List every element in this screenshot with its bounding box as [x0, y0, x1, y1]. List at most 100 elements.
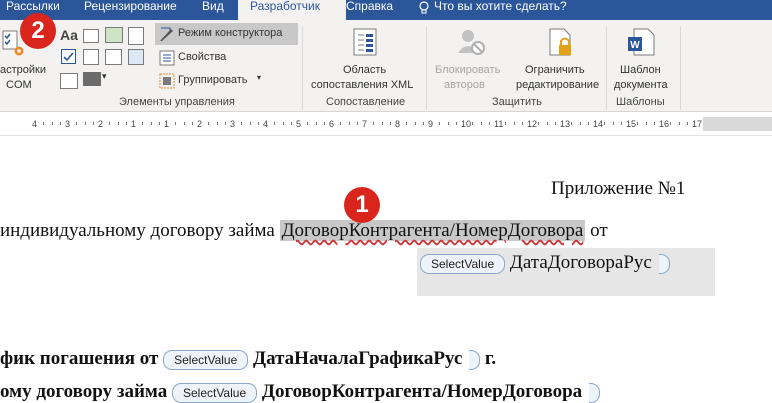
ruler-tick — [59, 122, 61, 125]
select-value-tag[interactable]: SelectValue — [420, 253, 506, 274]
ruler-number: 7 — [362, 119, 368, 129]
agreement-number-field[interactable]: ДоговорКонтрагента/НомерДоговора — [279, 220, 586, 241]
tab-view[interactable]: Вид — [202, 0, 224, 20]
content-control-end — [588, 382, 600, 403]
ruler-tick — [356, 122, 358, 125]
ruler-tick — [92, 122, 94, 125]
protect-group-label: Защитить — [492, 96, 542, 108]
design-mode-button[interactable]: Режим конструктора — [155, 23, 298, 45]
ruler-tick — [274, 122, 276, 125]
group-label: Группировать — [178, 74, 248, 86]
ruler-tick — [183, 122, 185, 125]
picture-control-icon[interactable] — [105, 27, 123, 43]
ruler-tick — [447, 122, 449, 125]
group-separator — [426, 26, 427, 110]
gear-icon — [12, 44, 26, 63]
block-authors-icon — [456, 27, 486, 62]
ruler-tick — [381, 122, 383, 125]
ruler-tick — [579, 122, 581, 125]
ruler-tick — [315, 122, 317, 125]
ruler-tick — [571, 122, 573, 125]
ruler-number: 3 — [230, 119, 236, 129]
ruler-tick — [290, 122, 292, 125]
templates-group-label: Шаблоны — [616, 96, 665, 108]
date-content-control[interactable]: SelectValue ДатаДоговораРус — [420, 252, 670, 274]
ruler-number: 9 — [428, 119, 434, 129]
ruler-tick — [373, 122, 375, 125]
svg-text:W: W — [630, 40, 640, 51]
ruler-tick — [422, 122, 424, 125]
com-addins-label-2: COM — [6, 79, 32, 91]
document-template-label-2: документа — [614, 79, 668, 91]
ruler-tick — [340, 122, 342, 125]
doc-text: от — [590, 220, 608, 241]
ruler-number: 4 — [263, 119, 269, 129]
chevron-down-icon: ▾ — [257, 73, 262, 82]
ruler-number: 13 — [560, 119, 571, 129]
tab-developer[interactable]: Разработчик — [238, 0, 346, 22]
ruler-tick — [472, 122, 474, 125]
ruler-tick — [282, 122, 284, 125]
legacy-tools-dropdown-icon[interactable]: ▾ — [102, 71, 107, 82]
rich-text-control-icon[interactable]: Aa — [60, 27, 78, 43]
legacy-tools-icon[interactable] — [83, 72, 101, 86]
combobox-control-icon[interactable] — [83, 49, 99, 65]
horizontal-ruler[interactable]: 4 3 2 1 1 2 3 4 5 6 7 8 9 10 11 12 13 14 15 16 17 — [0, 113, 772, 136]
appendix-heading: Приложение №1 — [551, 178, 686, 199]
ruler-number: 5 — [296, 119, 302, 129]
ruler-tick — [546, 122, 548, 125]
ruler-tick — [554, 122, 556, 125]
content-control-end — [469, 349, 481, 370]
xml-mapping-button[interactable]: Область сопоставления XML — [308, 22, 424, 94]
word-template-icon: W — [626, 27, 656, 64]
ruler-tick — [513, 122, 515, 125]
plain-text-control-icon[interactable] — [83, 29, 99, 43]
select-value-tag[interactable]: SelectValue — [171, 382, 258, 403]
ruler-tick — [480, 122, 482, 125]
date-picker-icon[interactable] — [128, 49, 144, 65]
ruler-tick — [670, 122, 672, 125]
doc-line-loan-agreement: индивидуальному договору займа ДоговорКо… — [0, 220, 608, 242]
ruler-number: 8 — [395, 119, 401, 129]
ribbon: астройки COM Aa ▾ Режим конструктора Сво… — [0, 20, 772, 112]
properties-button[interactable]: Свойства — [155, 47, 255, 69]
mapping-group-label: Сопоставление — [326, 96, 406, 108]
group-button[interactable]: Группировать ▾ — [155, 70, 267, 92]
repeating-section-icon[interactable] — [60, 73, 78, 89]
dropdown-control-icon[interactable] — [105, 49, 122, 65]
ruler-tick — [439, 122, 441, 125]
ruler-number: 2 — [197, 119, 203, 129]
ruler-tick — [488, 122, 490, 125]
checkbox-control-icon[interactable] — [61, 49, 76, 64]
tell-me-label: Что вы хотите сделать? — [434, 0, 567, 13]
restrict-editing-button[interactable]: Ограничить редактирование — [516, 22, 604, 94]
doc-text: ому договору займа — [0, 381, 168, 402]
ruler-tick — [224, 122, 226, 125]
xml-mapping-label-1: Область — [343, 64, 387, 76]
ruler-tick — [620, 122, 622, 125]
tab-help[interactable]: Справка — [346, 0, 406, 20]
select-value-tag[interactable]: SelectValue — [163, 349, 249, 370]
ruler-number: 3 — [65, 119, 71, 129]
ruler-tick — [125, 122, 127, 125]
ruler-tick — [43, 122, 45, 125]
ruler-tick — [686, 122, 688, 125]
tab-review[interactable]: Рецензирование — [84, 0, 184, 20]
ruler-tick — [323, 122, 325, 125]
ruler-tick — [208, 122, 210, 125]
ruler-number: 16 — [659, 119, 670, 129]
document-template-label-1: Шаблон — [620, 64, 661, 76]
ruler-tick — [142, 122, 144, 125]
ruler-tick — [521, 122, 523, 125]
block-authors-button[interactable]: Блокировать авторов — [432, 22, 510, 94]
ribbon-tab-bar: Рассылки Рецензирование Вид Разработчик … — [0, 0, 772, 22]
ruler-number: 2 — [98, 119, 104, 129]
ruler-tick — [117, 122, 119, 125]
properties-label: Свойства — [178, 51, 227, 63]
ruler-tick — [414, 122, 416, 125]
document-template-button[interactable]: W Шаблон документа — [610, 22, 678, 94]
group-separator — [680, 26, 681, 110]
building-block-icon[interactable] — [128, 27, 144, 45]
ruler-number: 10 — [461, 119, 472, 129]
group-separator — [302, 26, 303, 110]
